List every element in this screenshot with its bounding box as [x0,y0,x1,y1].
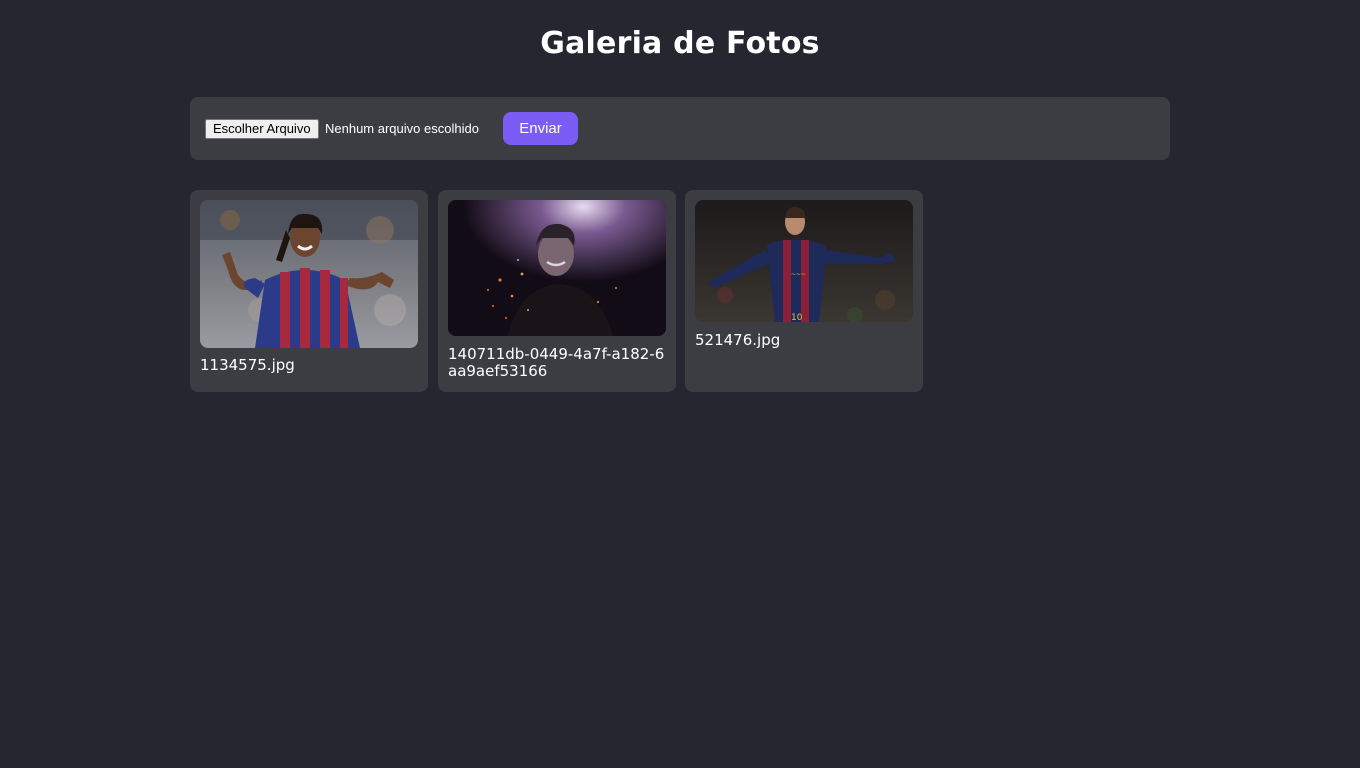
photo-thumbnail[interactable] [200,200,418,348]
upload-form: Escolher Arquivo Nenhum arquivo escolhid… [190,97,1170,160]
svg-text:10: 10 [791,313,803,322]
submit-button[interactable]: Enviar [503,112,578,145]
page-title: Galeria de Fotos [540,26,820,61]
photo-caption: 521476.jpg [695,331,781,349]
choose-file-button[interactable]: Escolher Arquivo [205,119,319,139]
photo-card[interactable]: 1134575.jpg [190,190,428,392]
photo-caption: 140711db-0449-4a7f-a182-6aa9aef53166 [448,345,665,380]
photo-card[interactable]: 140711db-0449-4a7f-a182-6aa9aef53166 [438,190,676,392]
photo-thumbnail[interactable]: ~~~ 10 [695,200,913,322]
file-status-text: Nenhum arquivo escolhido [325,121,479,136]
photo-thumbnail[interactable] [448,200,666,336]
photo-card[interactable]: ~~~ 10 521476.jpg [685,190,923,392]
photo-caption: 1134575.jpg [200,356,295,374]
svg-text:~~~: ~~~ [791,271,806,278]
